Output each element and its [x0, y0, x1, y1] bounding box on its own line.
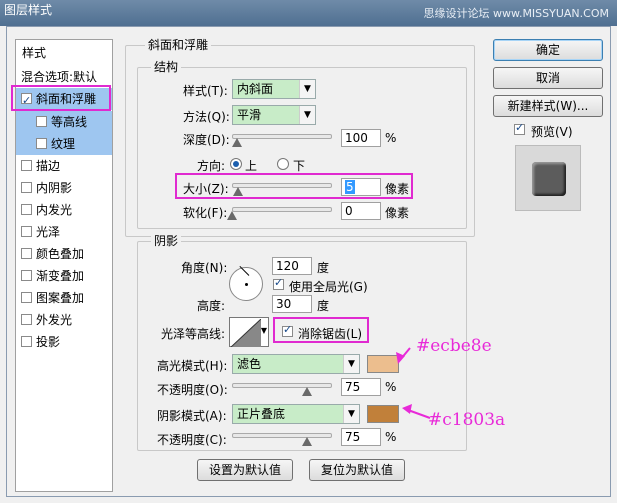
annotation-arrows — [396, 347, 431, 419]
highlight-hex-annotation: #ecbe8e — [416, 336, 492, 356]
shadow-hex-annotation: #c1803a — [428, 410, 506, 430]
